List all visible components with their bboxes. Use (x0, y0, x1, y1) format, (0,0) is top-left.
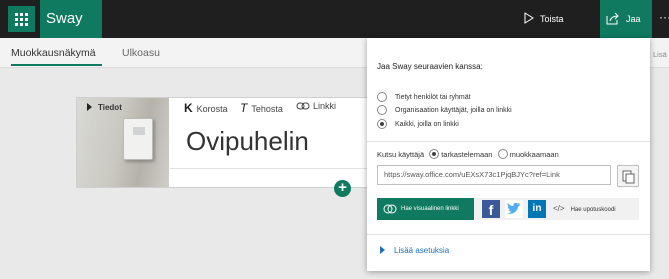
embed-code-label: Hae upotuskoodi (570, 207, 616, 213)
code-icon: </> (553, 204, 565, 213)
card-details-label: Tiedot (98, 103, 122, 112)
copy-icon (622, 170, 635, 184)
card-heading-text[interactable]: Ovipuhelin (186, 126, 309, 157)
share-panel: Jaa Sway seuraavien kanssa: Tietyt henki… (367, 38, 650, 271)
emphasize-button[interactable]: K Korosta (184, 101, 228, 115)
emphasize-label: Korosta (196, 104, 228, 114)
visual-link-icon (383, 204, 397, 214)
share-panel-title: Jaa Sway seuraavien kanssa: (377, 62, 483, 71)
share-option-label: Organisaation käyttäjät, joilla on linkk… (395, 107, 512, 114)
link-icon (296, 102, 310, 110)
edit-permission-radio[interactable] (497, 149, 508, 159)
copy-link-button[interactable] (617, 165, 639, 187)
share-option-label: Tietyt henkilöt tai ryhmät (395, 94, 471, 101)
invite-label: Kutsu käyttäjä (377, 150, 425, 159)
share-icon (606, 12, 619, 25)
card-details-toggle[interactable]: Tiedot (87, 103, 122, 112)
play-button[interactable]: Toista (523, 0, 567, 38)
italic-t-icon: T (240, 101, 248, 115)
more-settings-label: Lisää asetuksia (394, 246, 450, 255)
accent-button[interactable]: T Tehosta (240, 101, 283, 115)
intercom-panel-image (123, 118, 153, 160)
heading-underline (170, 168, 376, 169)
share-label: Jaa (626, 14, 641, 24)
radio-button[interactable] (377, 92, 387, 102)
play-icon (524, 12, 534, 24)
add-card-button[interactable]: + (334, 180, 351, 197)
tab-storyline[interactable]: Muokkausnäkymä (11, 47, 96, 59)
share-actions-bar: Hae visuaalinen linkki f in </> Hae upotu… (377, 198, 639, 220)
app-launcher-icon[interactable] (8, 6, 35, 32)
share-button[interactable]: Jaa (600, 0, 652, 38)
edit-permission-label: muokkaamaan (509, 150, 559, 159)
embed-code-button[interactable]: </> Hae upotuskoodi (553, 198, 616, 220)
share-link-field[interactable]: https://sway.office.com/uEXsX73c1PjqBJYc… (377, 165, 611, 185)
radio-button-selected[interactable] (377, 119, 387, 129)
visual-link-button[interactable]: Hae visuaalinen linkki (377, 198, 474, 220)
view-permission-label: tarkastelemaan (441, 150, 493, 159)
view-permission-radio[interactable] (429, 149, 440, 159)
tab-more-partial[interactable]: Lisä (653, 50, 667, 59)
app-topbar: Sway Toista Jaa ··· (0, 0, 669, 38)
more-settings-link[interactable]: Lisää asetuksia (380, 246, 449, 255)
visual-link-label: Hae visuaalinen linkki (401, 206, 459, 212)
invite-permission-row: Kutsu käyttäjä tarkastelemaan muokkaamaa… (377, 149, 559, 159)
active-tab-indicator (11, 64, 102, 66)
link-label: Linkki (313, 101, 337, 111)
more-options-button[interactable]: ··· (658, 0, 669, 38)
share-option-label: Kaikki, joilla on linkki (395, 121, 459, 128)
facebook-icon[interactable]: f (482, 200, 500, 218)
twitter-icon[interactable] (505, 200, 523, 218)
divider (367, 234, 650, 235)
expand-arrow-icon (87, 103, 92, 111)
tab-design[interactable]: Ulkoasu (122, 47, 160, 59)
divider (367, 141, 650, 142)
app-name: Sway (40, 0, 102, 38)
bold-k-icon: K (184, 101, 193, 115)
accent-label: Tehosta (251, 104, 283, 114)
play-label: Toista (540, 14, 564, 24)
radio-button[interactable] (377, 105, 387, 115)
linkedin-icon[interactable]: in (528, 200, 546, 218)
expand-arrow-icon (380, 246, 385, 254)
link-button[interactable]: Linkki (296, 101, 336, 111)
more-icon: ··· (659, 10, 669, 24)
